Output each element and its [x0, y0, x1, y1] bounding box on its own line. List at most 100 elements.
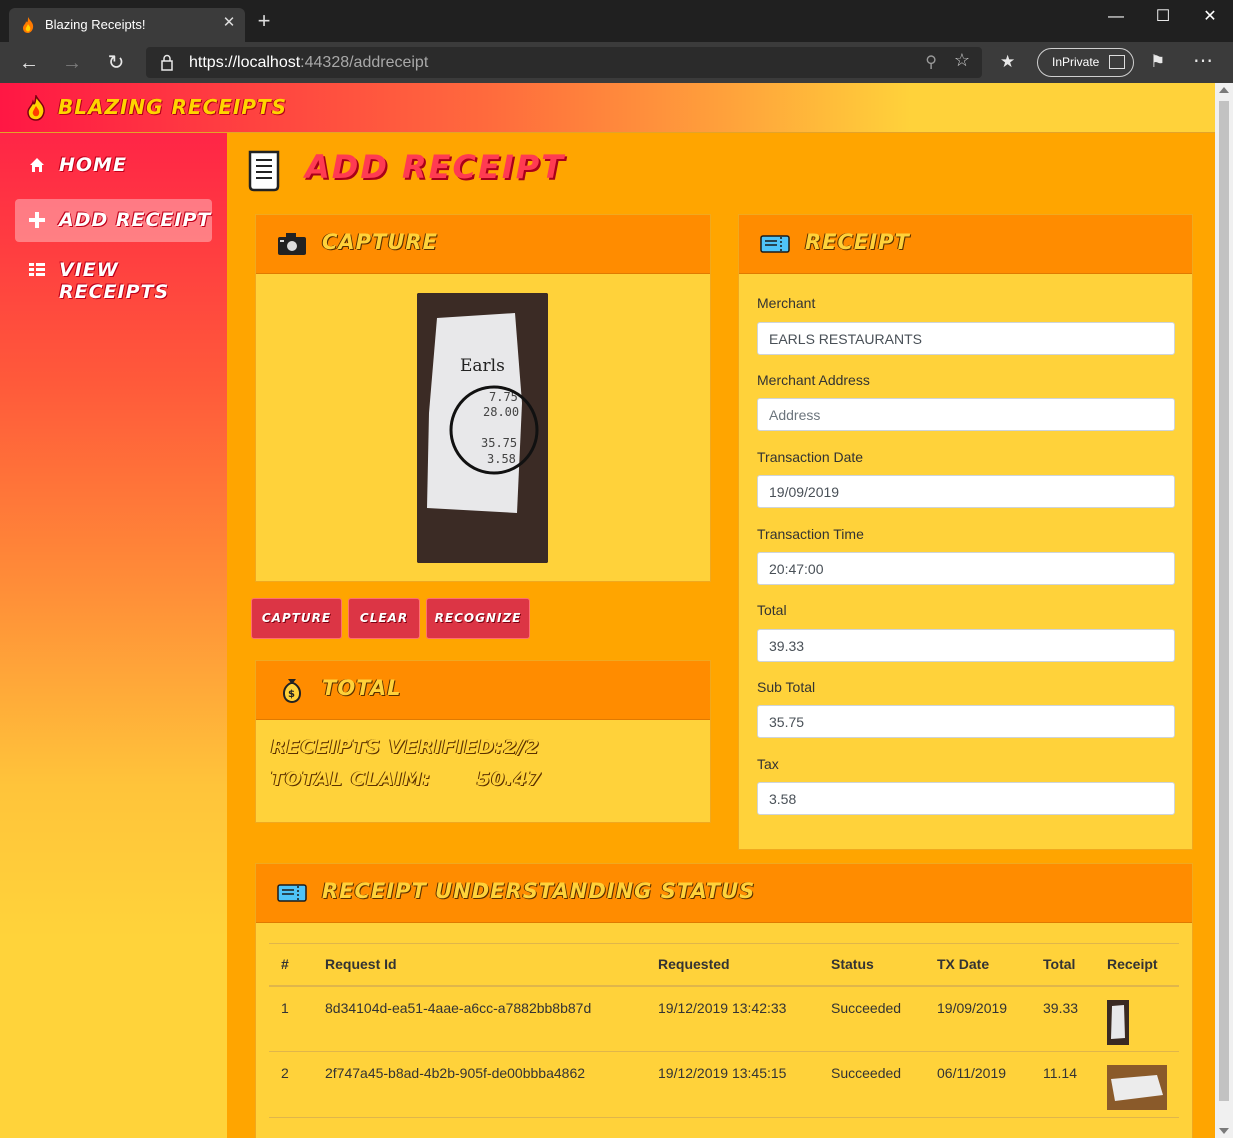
row-total: 11.14	[1031, 1051, 1095, 1118]
transaction-time-field[interactable]	[757, 552, 1175, 585]
col-header-num: #	[269, 943, 313, 987]
table-row[interactable]: 1 8d34104d-ea51-4aae-a6cc-a7882bb8b87d 1…	[269, 985, 1179, 1052]
address-bar[interactable]: https://localhost:44328/addreceipt ⚲ ☆	[146, 47, 982, 78]
row-num: 1	[269, 985, 313, 1052]
row-tx-date: 19/09/2019	[925, 985, 1031, 1052]
money-bag-icon: $	[283, 679, 301, 703]
sub-total-field[interactable]	[757, 705, 1175, 738]
col-header-request-id: Request Id	[313, 943, 646, 987]
scrollbar-thumb[interactable]	[1219, 101, 1229, 1101]
close-window-button[interactable]: ✕	[1187, 4, 1233, 30]
browser-toolbar: ← → ↻ https://localhost:44328/addreceipt…	[0, 42, 1233, 83]
sidebar-item-label: VIEW RECEIPTS	[59, 259, 170, 303]
flame-logo-icon	[27, 95, 45, 121]
scroll-down-icon[interactable]	[1219, 1128, 1229, 1134]
clear-button[interactable]: CLEAR	[348, 598, 420, 639]
receipt-card-title: RECEIPT	[805, 230, 910, 254]
row-status: Succeeded	[819, 985, 925, 1052]
row-receipt	[1095, 985, 1179, 1052]
ticket-icon	[760, 235, 790, 253]
tax-field[interactable]	[757, 782, 1175, 815]
receipt-photo[interactable]: Earls 7.75 28.00 35.75 3.58	[417, 293, 548, 563]
total-card-header: $ TOTAL	[256, 661, 710, 720]
table-header-row: # Request Id Requested Status TX Date To…	[269, 943, 1179, 987]
row-num: 2	[269, 1051, 313, 1118]
sidebar-item-home[interactable]: HOME	[15, 144, 212, 187]
scroll-up-icon[interactable]	[1219, 87, 1229, 93]
maximize-button[interactable]: ☐	[1140, 4, 1186, 30]
photo-line-4: 3.58	[487, 452, 516, 466]
photo-merchant: Earls	[460, 356, 505, 376]
receipt-card-header: RECEIPT	[739, 215, 1192, 274]
zoom-icon[interactable]: ⚲	[925, 52, 937, 72]
transaction-time-label: Transaction Time	[757, 526, 864, 542]
col-header-receipt: Receipt	[1095, 943, 1179, 987]
row-requested: 19/12/2019 13:42:33	[646, 985, 819, 1052]
receipt-thumbnail[interactable]	[1107, 1065, 1167, 1110]
capture-button[interactable]: CAPTURE	[251, 598, 342, 639]
recognize-button[interactable]: RECOGNIZE	[426, 598, 530, 639]
col-header-tx-date: TX Date	[925, 943, 1031, 987]
transaction-date-field[interactable]	[757, 475, 1175, 508]
receipt-thumbnail[interactable]	[1107, 999, 1129, 1045]
total-field[interactable]	[757, 629, 1175, 662]
back-icon[interactable]: ←	[14, 48, 44, 78]
plus-icon	[29, 212, 45, 228]
row-requested: 19/12/2019 13:45:15	[646, 1051, 819, 1118]
photo-line-3: 35.75	[481, 436, 517, 450]
row-request-id: 2f747a45-b8ad-4b2b-905f-de00bbba4862	[313, 1051, 646, 1118]
row-receipt	[1095, 1051, 1179, 1118]
app-topbar: BLAZING RECEIPTS	[0, 83, 1215, 133]
forward-icon[interactable]: →	[57, 48, 87, 78]
sidebar-item-label: ADD RECEIPT	[59, 209, 212, 231]
capture-card-header: CAPTURE	[256, 215, 710, 274]
row-tx-date: 06/11/2019	[925, 1051, 1031, 1118]
favorite-star-icon[interactable]: ☆	[954, 50, 970, 71]
row-status: Succeeded	[819, 1051, 925, 1118]
inprivate-badge[interactable]: InPrivate	[1037, 48, 1134, 77]
receipt-icon	[248, 150, 280, 192]
page-title: ADD RECEIPT	[305, 148, 566, 186]
page-viewport: BLAZING RECEIPTS HOME ADD RECEIPT VIEW R…	[0, 83, 1215, 1138]
receipt-image: Earls 7.75 28.00 35.75 3.58	[417, 293, 548, 563]
sidebar-item-label: HOME	[59, 154, 127, 176]
status-card-header: RECEIPT UNDERSTANDING STATUS	[256, 864, 1192, 923]
camera-icon	[278, 233, 306, 255]
status-table: # Request Id Requested Status TX Date To…	[269, 943, 1179, 1118]
browser-titlebar: Blazing Receipts! ✕ + — ☐ ✕	[0, 0, 1233, 42]
total-card: $ TOTAL RECEIPTS VERIFIED:2/2 TOTAL CLAI…	[255, 660, 711, 823]
flame-icon	[23, 17, 34, 33]
url-text[interactable]: https://localhost:44328/addreceipt	[189, 54, 428, 72]
inprivate-icon	[1109, 55, 1125, 69]
app-brand[interactable]: BLAZING RECEIPTS	[58, 95, 287, 119]
sidebar-item-view-receipts[interactable]: VIEW RECEIPTS	[15, 249, 212, 303]
list-icon	[29, 263, 45, 276]
inprivate-label: InPrivate	[1052, 55, 1100, 69]
tab-title: Blazing Receipts!	[45, 17, 146, 32]
minimize-button[interactable]: —	[1093, 4, 1139, 30]
browser-tab[interactable]: Blazing Receipts! ✕	[9, 8, 245, 42]
table-row[interactable]: 2 2f747a45-b8ad-4b2b-905f-de00bbba4862 1…	[269, 1051, 1179, 1118]
total-label: Total	[757, 602, 787, 618]
merchant-field[interactable]	[757, 322, 1175, 355]
photo-line-2: 28.00	[483, 405, 519, 419]
home-icon	[30, 158, 44, 172]
tab-close-button[interactable]: ✕	[219, 13, 239, 33]
lock-icon	[161, 54, 173, 71]
feedback-icon[interactable]: ⚑	[1150, 52, 1165, 72]
page-scrollbar[interactable]	[1215, 83, 1233, 1138]
sidebar-item-add-receipt[interactable]: ADD RECEIPT	[15, 199, 212, 242]
sidebar: HOME ADD RECEIPT VIEW RECEIPTS	[0, 133, 227, 1138]
new-tab-button[interactable]: +	[252, 10, 276, 34]
refresh-icon[interactable]: ↻	[101, 48, 131, 78]
tax-label: Tax	[757, 756, 779, 772]
capture-card: CAPTURE Earls 7.75 28.00 35.75 3.58	[255, 214, 711, 582]
receipt-card: RECEIPT Merchant Merchant Address Transa…	[738, 214, 1193, 850]
col-header-total: Total	[1031, 943, 1095, 987]
merchant-address-field[interactable]	[757, 398, 1175, 431]
ticket-icon	[277, 884, 307, 902]
total-claim: TOTAL CLAIM: 50.47	[271, 768, 543, 790]
favorites-icon[interactable]: ★	[1000, 52, 1015, 72]
more-menu-icon[interactable]: ⋯	[1193, 48, 1214, 73]
capture-card-title: CAPTURE	[322, 230, 438, 254]
